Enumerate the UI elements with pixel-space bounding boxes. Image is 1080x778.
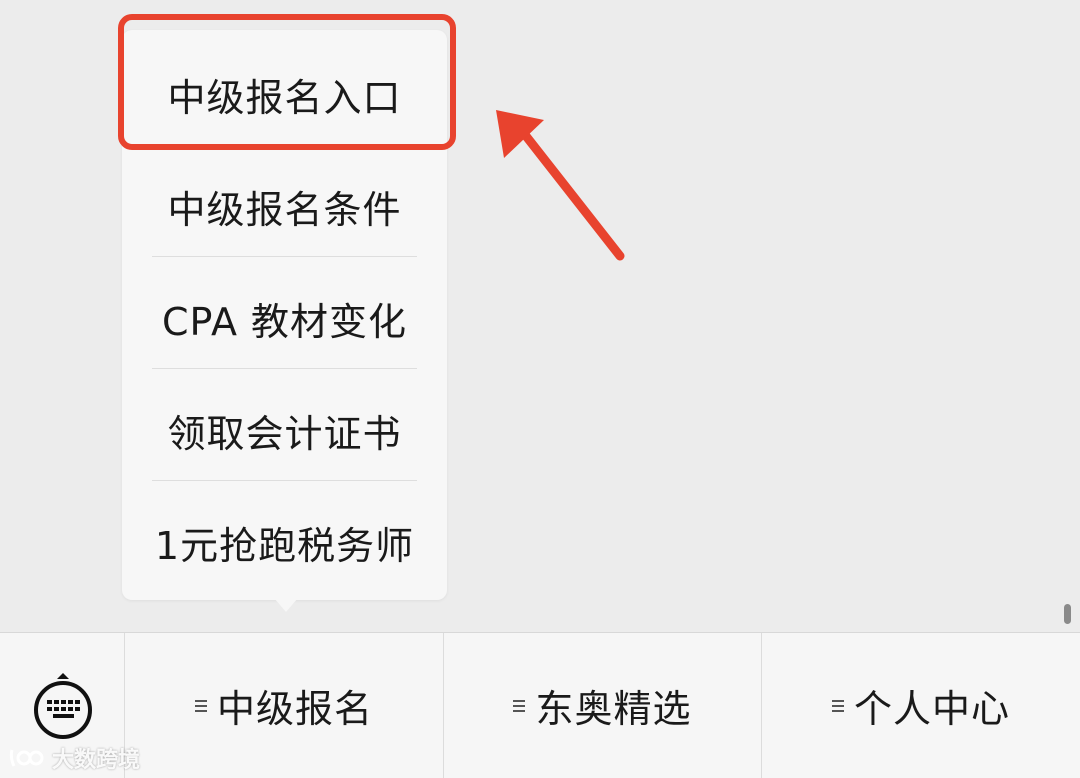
menu-lines-icon — [831, 698, 844, 714]
menu-lines-icon — [194, 698, 207, 714]
watermark-text: 大数跨境 — [52, 748, 141, 773]
tab-personal-center[interactable]: 个人中心 — [762, 633, 1080, 778]
scrollbar-thumb[interactable] — [1064, 604, 1071, 624]
menu-lines-icon — [513, 698, 526, 714]
tab-dongao-featured[interactable]: 东奥精选 — [444, 633, 762, 778]
watermark: 大数跨境 — [8, 742, 140, 774]
tab-label: 个人中心 — [853, 687, 1010, 731]
tab-intermediate-registration[interactable]: 中级报名 — [125, 633, 444, 778]
tab-label: 中级报名 — [216, 687, 373, 731]
tab-label: 东奥精选 — [535, 687, 692, 731]
bottom-menu-bar: 中级报名 东奥精选 个人中心 — [0, 632, 1080, 778]
keyboard-icon — [34, 673, 92, 739]
watermark-logo-icon — [9, 749, 44, 767]
